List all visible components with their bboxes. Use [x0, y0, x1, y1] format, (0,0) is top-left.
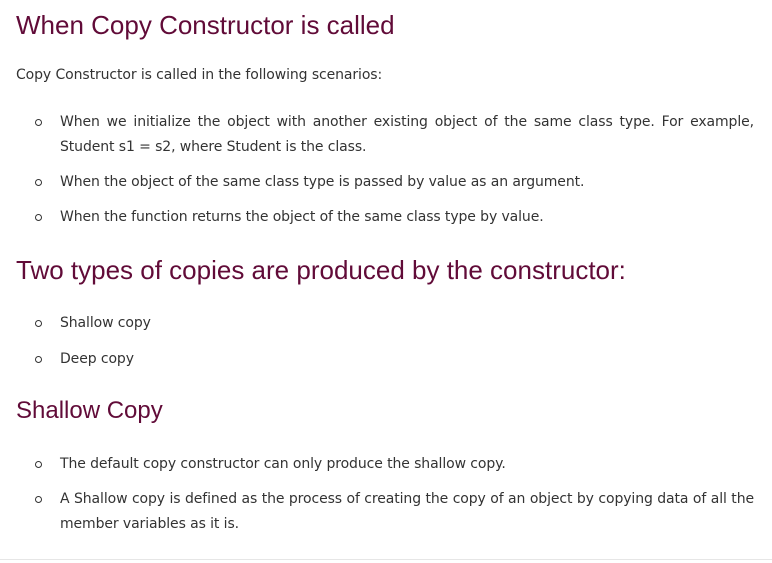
list-item-text: When the object of the same class type i… [60, 174, 585, 190]
list-item: When we initialize the object with anoth… [35, 110, 754, 160]
circle-bullet-icon [35, 119, 42, 126]
section-heading-shallow-copy: Shallow Copy [16, 397, 163, 424]
list-item: When the function returns the object of … [35, 205, 754, 230]
circle-bullet-icon [35, 320, 42, 327]
section-heading-copy-constructor-called: When Copy Constructor is called [16, 10, 395, 40]
list-item-text: A Shallow copy is defined as the process… [60, 491, 754, 532]
circle-bullet-icon [35, 179, 42, 186]
bottom-divider [0, 559, 772, 560]
circle-bullet-icon [35, 214, 42, 221]
list-item-text: Shallow copy [60, 315, 151, 331]
list-item: Shallow copy [35, 311, 754, 336]
list-item-text: The default copy constructor can only pr… [60, 456, 506, 472]
article-content: When Copy Constructor is called Copy Con… [0, 0, 772, 563]
section-heading-types-of-copies: Two types of copies are produced by the … [16, 255, 626, 285]
circle-bullet-icon [35, 356, 42, 363]
list-item-text: When we initialize the object with anoth… [60, 114, 754, 155]
circle-bullet-icon [35, 496, 42, 503]
list-item: Deep copy [35, 347, 754, 372]
list-item-text: When the function returns the object of … [60, 209, 544, 225]
list-item: When the object of the same class type i… [35, 170, 754, 195]
intro-paragraph: Copy Constructor is called in the follow… [16, 67, 383, 83]
list-item: A Shallow copy is defined as the process… [35, 487, 754, 537]
list-item: The default copy constructor can only pr… [35, 452, 754, 477]
list-item-text: Deep copy [60, 351, 134, 367]
circle-bullet-icon [35, 461, 42, 468]
